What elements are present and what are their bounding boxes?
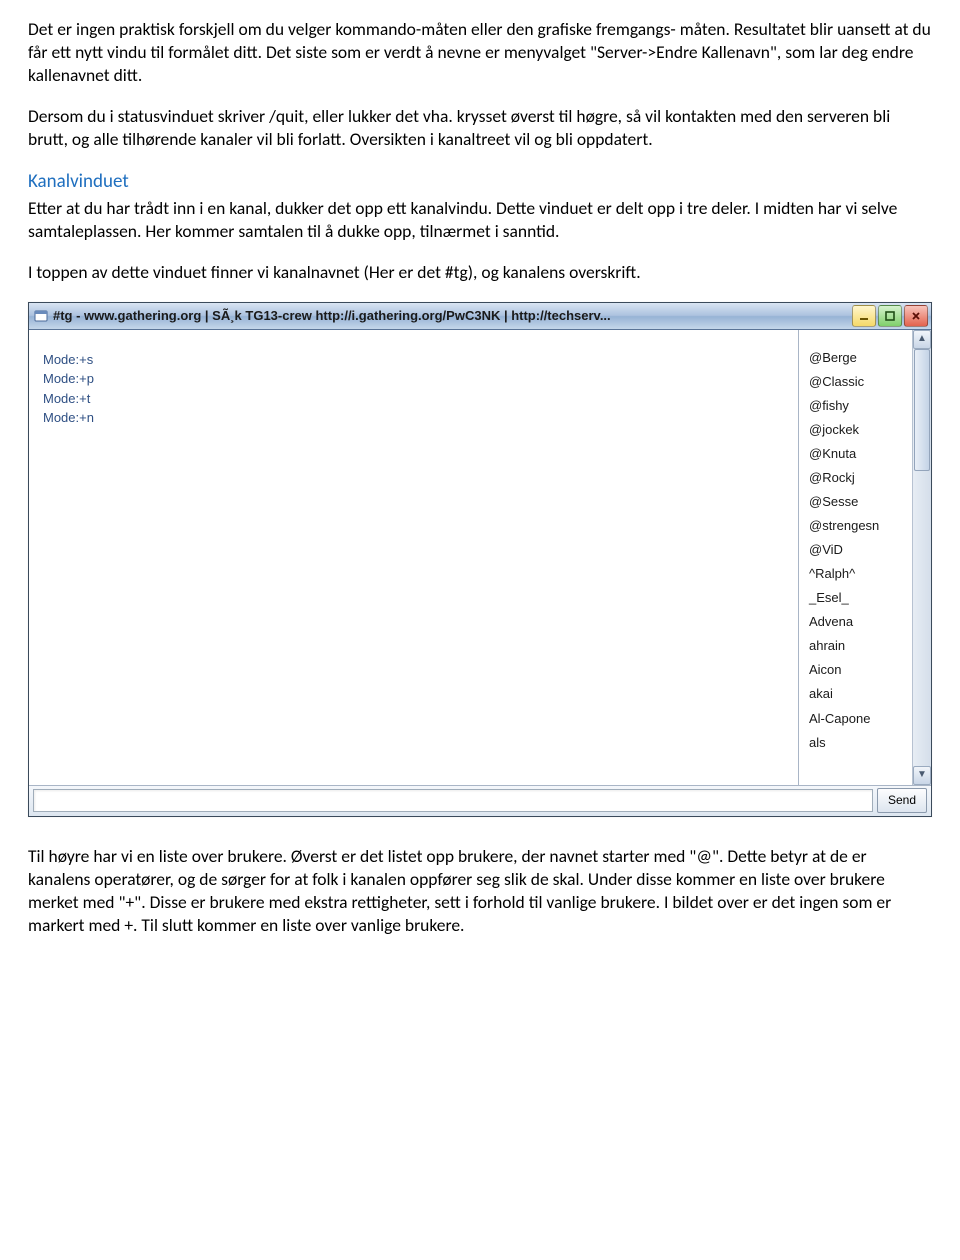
paragraph: Dersom du i statusvinduet skriver /quit,… <box>28 105 932 151</box>
maximize-button[interactable] <box>878 305 902 327</box>
message-input[interactable] <box>33 789 873 812</box>
scroll-thumb[interactable] <box>914 349 930 471</box>
input-bar: Send <box>29 785 931 816</box>
scroll-down-button[interactable]: ▼ <box>913 766 931 785</box>
send-button[interactable]: Send <box>877 788 927 813</box>
titlebar[interactable]: #tg - www.gathering.org | SÃ¸k TG13-crew… <box>29 303 931 330</box>
minimize-button[interactable] <box>852 305 876 327</box>
mode-line: Mode:+p <box>43 369 788 389</box>
mode-line: Mode:+s <box>43 350 788 370</box>
mode-line: Mode:+t <box>43 389 788 409</box>
window-title: #tg - www.gathering.org | SÃ¸k TG13-crew… <box>53 307 852 324</box>
chat-pane: Mode:+s Mode:+p Mode:+t Mode:+n <box>29 330 799 785</box>
section-heading: Kanalvinduet <box>28 169 932 194</box>
user-list-scrollbar[interactable]: ▲ ▼ <box>912 330 931 785</box>
scroll-up-button[interactable]: ▲ <box>913 330 931 349</box>
paragraph: I toppen av dette vinduet finner vi kana… <box>28 261 932 284</box>
paragraph: Etter at du har trådt inn i en kanal, du… <box>28 197 932 243</box>
mode-line: Mode:+n <box>43 408 788 428</box>
irc-window: #tg - www.gathering.org | SÃ¸k TG13-crew… <box>28 302 932 817</box>
app-icon <box>33 308 49 324</box>
user-list-pane: @Berge @Classic @fishy @jockek @Knuta @R… <box>799 330 931 785</box>
close-button[interactable] <box>904 305 928 327</box>
paragraph: Det er ingen praktisk forskjell om du ve… <box>28 18 932 87</box>
paragraph: Til høyre har vi en liste over brukere. … <box>28 845 932 937</box>
